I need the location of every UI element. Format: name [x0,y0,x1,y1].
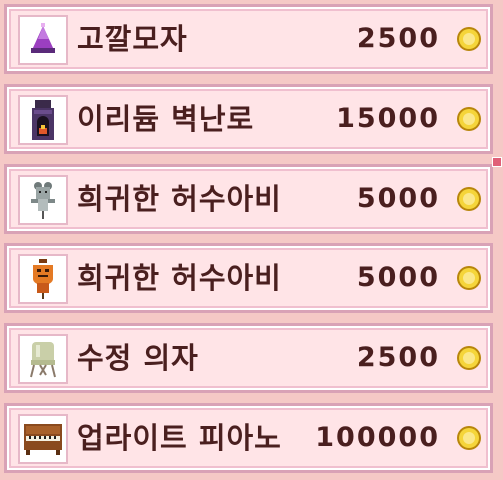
gold-coin-icon [457,187,481,211]
rare-scarecrow-orange-icon [33,259,53,299]
item-name: 희귀한 허수아비 [77,182,282,216]
crystal-chair-icon [30,342,56,378]
gold-coin-icon [457,426,481,450]
item-name: 업라이트 피아노 [77,421,282,455]
item-thumbnail [18,95,68,145]
item-thumbnail [18,414,68,464]
item-thumbnail [18,254,68,304]
item-name: 희귀한 허수아비 [77,261,282,295]
item-price: 5000 [356,183,440,214]
sparkle-icon [492,157,502,167]
gold-coin-icon [457,266,481,290]
item-name: 수정 의자 [77,341,199,375]
item-name: 이리듐 벽난로 [77,102,255,136]
upright-piano-icon [24,424,62,455]
item-name: 고깔모자 [77,22,188,56]
item-thumbnail [18,15,68,65]
iridium-fireplace-icon [32,100,54,140]
rare-scarecrow-gray-icon [31,182,55,219]
item-price: 2500 [356,342,440,373]
shop-item-row[interactable]: 수정 의자 2500 [4,323,493,393]
item-price: 100000 [315,422,440,453]
shop-item-row[interactable]: 희귀한 허수아비 5000 [4,164,493,234]
item-price: 15000 [336,103,440,134]
shop-item-row[interactable]: 고깔모자 2500 [4,4,493,74]
shop-item-row[interactable]: 업라이트 피아노 100000 [4,403,493,473]
item-thumbnail [18,175,68,225]
party-hat-icon [31,23,55,53]
shop-item-row[interactable]: 희귀한 허수아비 5000 [4,243,493,313]
item-price: 5000 [356,262,440,293]
item-thumbnail [18,334,68,384]
shop-item-row[interactable]: 이리듐 벽난로 15000 [4,84,493,154]
gold-coin-icon [457,27,481,51]
item-price: 2500 [356,23,440,54]
shop-list: 고깔모자 2500 이리듐 벽난로 15000 희귀한 허수아비 5000 희귀… [0,0,503,480]
gold-coin-icon [457,346,481,370]
gold-coin-icon [457,107,481,131]
